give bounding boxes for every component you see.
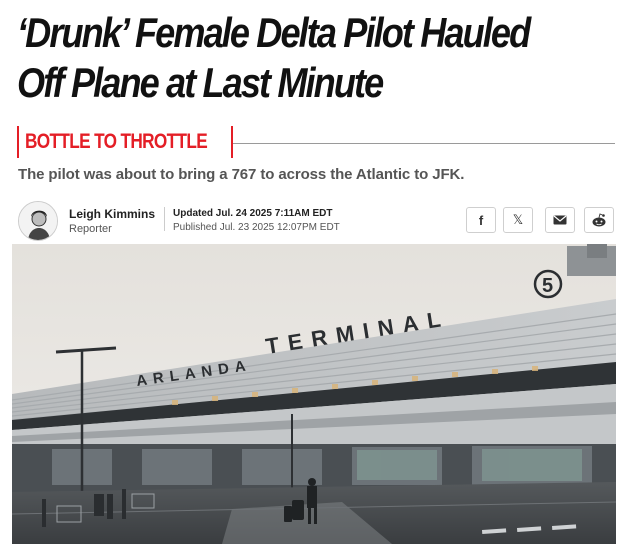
share-facebook-button[interactable]: f xyxy=(466,207,496,233)
share-x-button[interactable]: 𝕏 xyxy=(503,207,533,233)
updated-date: Updated Jul. 24 2025 7:11AM EDT xyxy=(173,208,333,219)
author-avatar[interactable] xyxy=(18,201,58,241)
byline-divider xyxy=(164,207,165,231)
published-date: Published Jul. 23 2025 12:07PM EDT xyxy=(173,222,340,233)
author-info: Leigh Kimmins Reporter xyxy=(69,207,155,237)
airport-terminal-photo: ARLANDA TERMINAL 5 xyxy=(12,244,616,544)
author-name[interactable]: Leigh Kimmins xyxy=(69,207,155,221)
facebook-icon: f xyxy=(478,212,484,228)
share-reddit-button[interactable] xyxy=(584,207,614,233)
article-deck: The pilot was about to bring a 767 to ac… xyxy=(18,166,465,183)
article-dates: Updated Jul. 24 2025 7:11AM EDT Publishe… xyxy=(173,207,340,236)
byline: Leigh Kimmins Reporter Updated Jul. 24 2… xyxy=(18,199,616,243)
kicker-row: BOTTLE TO THROTTLE xyxy=(17,126,615,160)
article-headline: ‘Drunk’ Female Delta Pilot Hauled Off Pl… xyxy=(17,9,531,106)
x-icon: 𝕏 xyxy=(512,212,524,227)
hero-image[interactable]: ARLANDA TERMINAL 5 xyxy=(12,244,616,544)
sign-number: 5 xyxy=(542,275,553,297)
kicker-divider xyxy=(167,143,615,144)
kicker-label[interactable]: BOTTLE TO THROTTLE xyxy=(17,126,233,158)
mail-icon xyxy=(553,215,567,225)
kicker-text: BOTTLE TO THROTTLE xyxy=(25,130,208,153)
share-email-button[interactable] xyxy=(545,207,575,233)
reddit-icon xyxy=(592,213,606,227)
author-role: Reporter xyxy=(69,223,112,235)
author-portrait-icon xyxy=(19,202,57,240)
